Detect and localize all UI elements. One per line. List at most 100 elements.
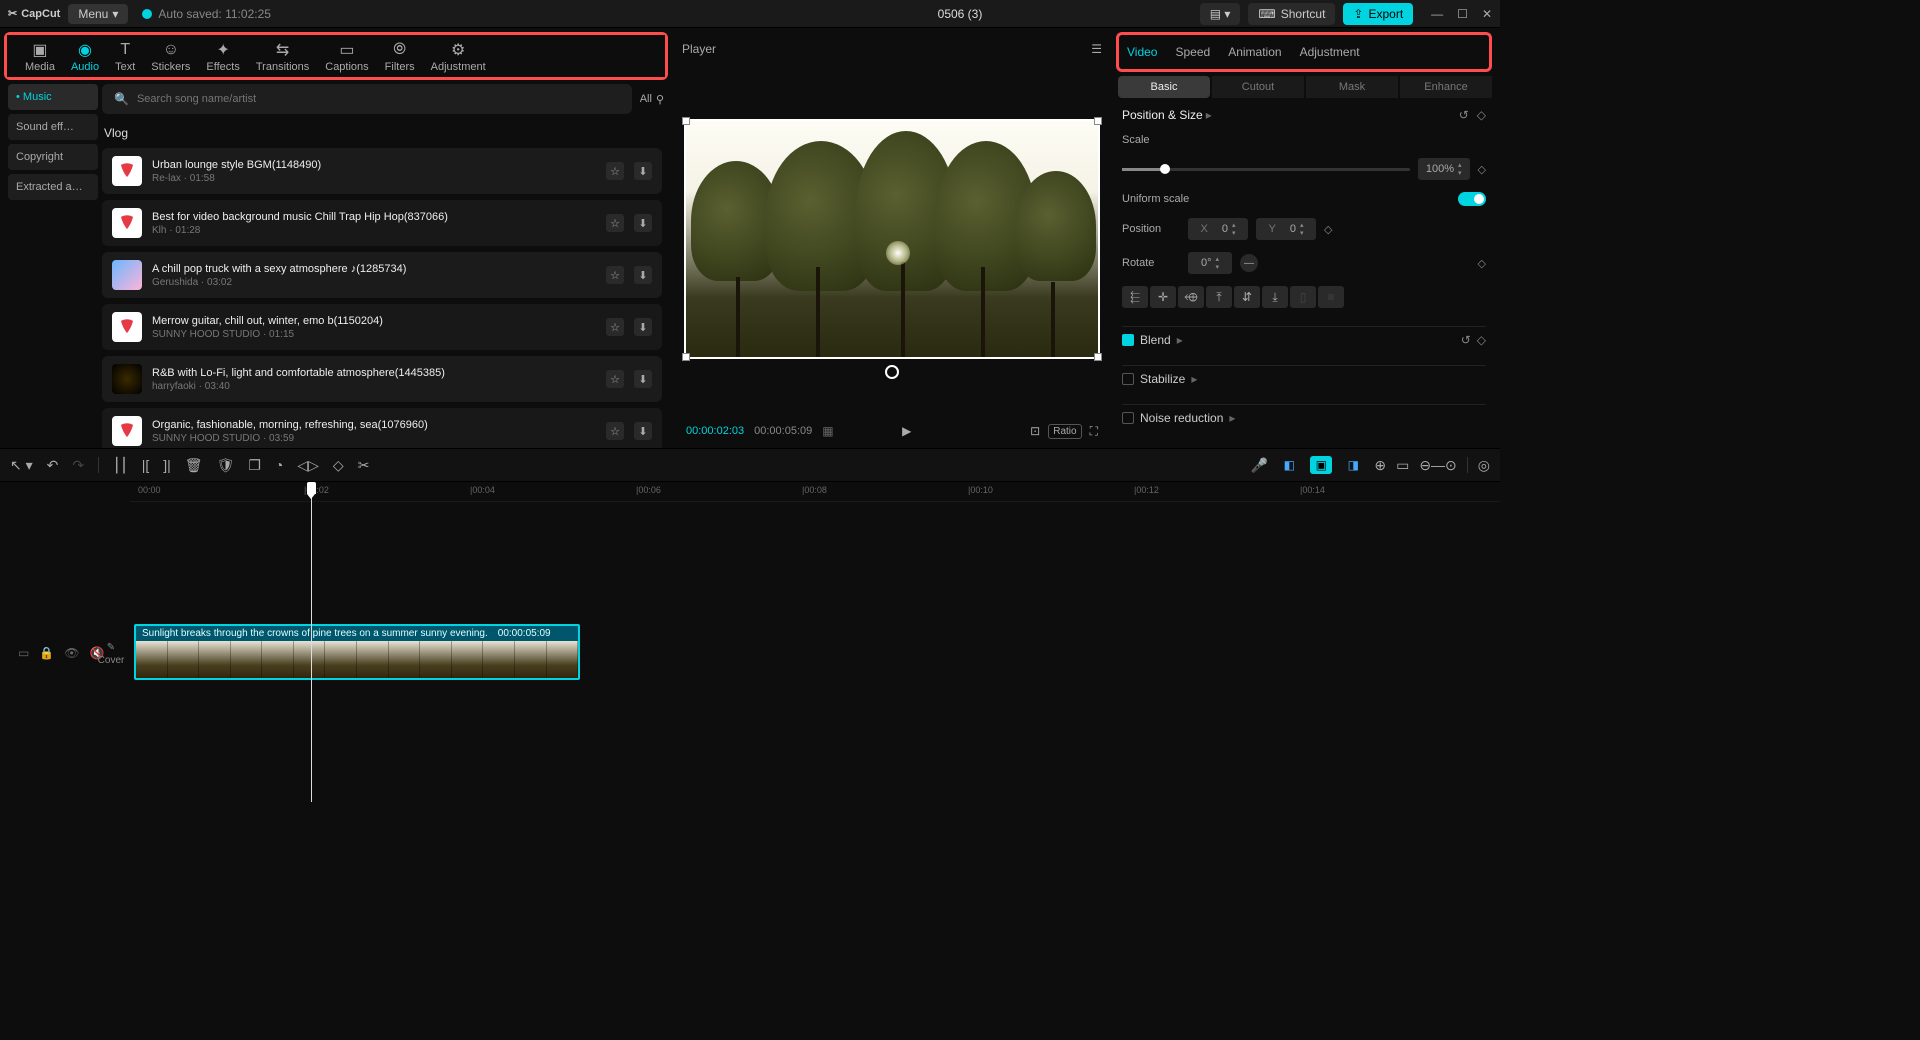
maximize-button[interactable]: ☐ — [1457, 7, 1468, 21]
playhead[interactable] — [311, 482, 312, 802]
song-item[interactable]: Urban lounge style BGM(1148490)Re-lax · … — [102, 148, 662, 194]
zoom-out-button[interactable]: ⊖—⊙ — [1419, 457, 1456, 474]
category-extracteda[interactable]: Extracted a… — [8, 174, 98, 200]
rotate-handle-icon[interactable] — [885, 365, 899, 379]
tool-tab-effects[interactable]: ✦Effects — [198, 41, 247, 73]
tool-tab-transitions[interactable]: ⇆Transitions — [248, 41, 317, 73]
keyframe-icon[interactable]: ◇ — [1324, 223, 1332, 236]
crop-button[interactable]: ✂ — [358, 457, 370, 474]
reset-icon[interactable]: ↺ — [1459, 108, 1469, 122]
track-toggle-icon[interactable]: ▭ — [18, 646, 29, 660]
download-button[interactable]: ⬇ — [634, 162, 652, 180]
trim-right-button[interactable]: ]| — [163, 457, 171, 473]
favorite-button[interactable]: ☆ — [606, 162, 624, 180]
search-input[interactable] — [137, 93, 620, 105]
menu-button[interactable]: Menu ▾ — [68, 4, 128, 24]
blend-checkbox[interactable] — [1122, 334, 1134, 346]
quality-icon[interactable]: ▦ — [822, 424, 833, 438]
tool-tab-captions[interactable]: ▭Captions — [317, 41, 376, 73]
song-item[interactable]: R&B with Lo-Fi, light and comfortable at… — [102, 356, 662, 402]
tool-tab-adjustment[interactable]: ⚙Adjustment — [423, 41, 494, 73]
favorite-button[interactable]: ☆ — [606, 422, 624, 440]
favorite-button[interactable]: ☆ — [606, 214, 624, 232]
close-button[interactable]: ✕ — [1482, 7, 1492, 21]
video-clip[interactable]: Sunlight breaks through the crowns of pi… — [134, 624, 580, 680]
scale-slider[interactable] — [1122, 168, 1410, 171]
favorite-button[interactable]: ☆ — [606, 266, 624, 284]
filter-all-button[interactable]: All ⚲ — [640, 93, 664, 106]
category-soundeff[interactable]: Sound eff… — [8, 114, 98, 140]
undo-button[interactable]: ↶ — [47, 457, 59, 474]
mirror-button[interactable]: ◁▷ — [297, 457, 319, 474]
uniform-scale-toggle[interactable] — [1458, 192, 1486, 206]
favorite-button[interactable]: ☆ — [606, 318, 624, 336]
search-box[interactable]: 🔍 — [102, 84, 632, 114]
snap-2-button[interactable]: ▣ — [1310, 456, 1332, 474]
align-center-h-button[interactable]: ✛ — [1150, 286, 1176, 308]
rotate-button[interactable]: ◇ — [333, 457, 344, 474]
shortcut-button[interactable]: ⌨ Shortcut — [1248, 3, 1335, 25]
preview-mode-button[interactable]: ▭ — [1396, 457, 1409, 474]
align-bottom-button[interactable]: ⤓ — [1262, 286, 1288, 308]
align-top-button[interactable]: ⤒ — [1206, 286, 1232, 308]
download-button[interactable]: ⬇ — [634, 422, 652, 440]
sub-tab-enhance[interactable]: Enhance — [1400, 76, 1492, 98]
rotate-value[interactable]: 0°▴▾ — [1188, 252, 1232, 274]
song-item[interactable]: Best for video background music Chill Tr… — [102, 200, 662, 246]
inspector-tab-animation[interactable]: Animation — [1228, 45, 1281, 59]
snap-3-button[interactable]: ◨ — [1342, 456, 1364, 474]
player-menu-icon[interactable]: ☰ — [1091, 42, 1102, 56]
keyframe-icon[interactable]: ◇ — [1478, 257, 1486, 270]
song-item[interactable]: Organic, fashionable, morning, refreshin… — [102, 408, 662, 448]
focus-icon[interactable]: ⊡ — [1030, 424, 1040, 438]
layout-button[interactable]: ▤ ▾ — [1200, 3, 1241, 25]
position-x-field[interactable]: X 0▴▾ — [1188, 218, 1248, 240]
timeline[interactable]: 00:00|00:02|00:04|00:06|00:08|00:10|00:1… — [0, 482, 1500, 812]
zoom-to-button[interactable]: ⊕ — [1374, 457, 1386, 474]
pointer-tool[interactable]: ↖ ▾ — [10, 457, 33, 474]
noise-checkbox[interactable] — [1122, 412, 1134, 424]
mark-button[interactable]: 🛡 — [217, 457, 235, 474]
minimize-button[interactable]: — — [1431, 7, 1443, 21]
lock-icon[interactable]: 🔒 — [39, 646, 54, 660]
inspector-tab-speed[interactable]: Speed — [1175, 45, 1210, 59]
trim-left-button[interactable]: |[ — [142, 457, 150, 473]
song-item[interactable]: A chill pop truck with a sexy atmosphere… — [102, 252, 662, 298]
keyframe-icon[interactable]: ◇ — [1477, 333, 1486, 347]
tool-tab-audio[interactable]: ◉Audio — [63, 41, 107, 73]
fullscreen-icon[interactable]: ⛶ — [1090, 424, 1098, 439]
favorite-button[interactable]: ☆ — [606, 370, 624, 388]
download-button[interactable]: ⬇ — [634, 214, 652, 232]
tool-tab-stickers[interactable]: ☺Stickers — [143, 41, 198, 73]
download-button[interactable]: ⬇ — [634, 370, 652, 388]
align-left-button[interactable]: ⬱ — [1122, 286, 1148, 308]
tool-tab-media[interactable]: ▣Media — [17, 41, 63, 73]
download-button[interactable]: ⬇ — [634, 318, 652, 336]
stabilize-checkbox[interactable] — [1122, 373, 1134, 385]
fit-button[interactable]: ◎ — [1478, 457, 1490, 474]
cover-button[interactable]: ✎ Cover — [96, 642, 126, 666]
sub-tab-cutout[interactable]: Cutout — [1212, 76, 1304, 98]
position-y-field[interactable]: Y 0▴▾ — [1256, 218, 1316, 240]
download-button[interactable]: ⬇ — [634, 266, 652, 284]
reverse-button[interactable]: ◔ — [275, 457, 283, 473]
keyframe-icon[interactable]: ◇ — [1478, 163, 1486, 176]
redo-button[interactable]: ↷ — [72, 457, 84, 474]
sub-tab-mask[interactable]: Mask — [1306, 76, 1398, 98]
align-right-button[interactable]: ⬲ — [1178, 286, 1204, 308]
reset-icon[interactable]: ↺ — [1461, 333, 1471, 347]
inspector-tab-adjustment[interactable]: Adjustment — [1300, 45, 1360, 59]
dist-v-button[interactable]: ≡ — [1318, 286, 1344, 308]
ratio-button[interactable]: Ratio — [1048, 424, 1081, 439]
export-button[interactable]: ⇪ Export — [1343, 3, 1413, 25]
snap-1-button[interactable]: ◧ — [1278, 456, 1300, 474]
tool-tab-text[interactable]: TText — [107, 41, 143, 73]
dist-h-button[interactable]: ▯ — [1290, 286, 1316, 308]
split-button[interactable]: ⎮⎮ — [113, 457, 128, 474]
delete-button[interactable]: 🗑 — [185, 457, 203, 474]
scale-value[interactable]: 100%▴▾ — [1418, 158, 1470, 180]
tool-tab-filters[interactable]: ⦾Filters — [377, 41, 423, 73]
play-button[interactable]: ▶ — [894, 418, 920, 444]
rotate-reset-icon[interactable]: — — [1240, 254, 1258, 272]
align-center-v-button[interactable]: ⇵ — [1234, 286, 1260, 308]
